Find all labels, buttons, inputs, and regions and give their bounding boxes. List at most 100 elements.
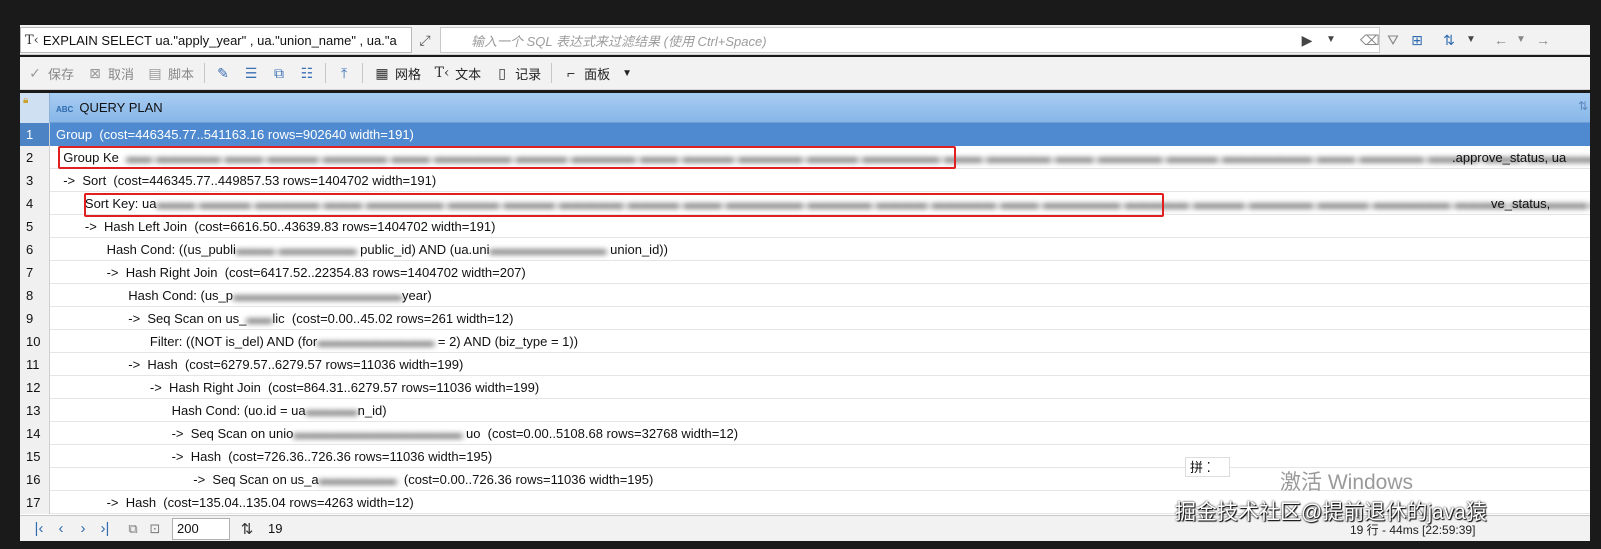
- row-number[interactable]: 11: [20, 353, 50, 376]
- table-row[interactable]: 10 Filter: ((NOT is_del) AND (for▬▬▬▬▬▬▬…: [20, 330, 1590, 353]
- row-number[interactable]: 13: [20, 399, 50, 422]
- row-number[interactable]: 5: [20, 215, 50, 238]
- table-row[interactable]: 5 -> Hash Left Join (cost=6616.50..43639…: [20, 215, 1590, 238]
- table-row[interactable]: 14 -> Seq Scan on unio▬▬▬▬▬▬▬▬▬▬▬▬▬ uo (…: [20, 422, 1590, 445]
- row-number[interactable]: 9: [20, 307, 50, 330]
- last-page-icon[interactable]: ›|: [94, 518, 116, 540]
- query-plan-cell[interactable]: -> Seq Scan on us_a▬▬▬▬▬▬ (cost=0.00..72…: [56, 468, 653, 491]
- panel-label: 面板: [584, 66, 611, 82]
- row-number[interactable]: 4: [20, 192, 50, 215]
- grid-corner-cell[interactable]: 🔒︎: [20, 93, 50, 123]
- table-row[interactable]: 6 Hash Cond: ((us_publi▬▬▬ ▬▬▬▬▬▬ public…: [20, 238, 1590, 261]
- panels-button[interactable]: ⌐ 面板 ▼: [556, 60, 638, 86]
- redacted-text: ▬▬▬▬▬▬▬▬▬▬▬▬▬: [293, 426, 463, 441]
- expand-icon[interactable]: ⤢: [416, 31, 434, 49]
- row-number[interactable]: 6: [20, 238, 50, 261]
- eraser-icon[interactable]: ⌫: [1360, 31, 1380, 49]
- grid-view-button[interactable]: ▦ 网格: [367, 60, 427, 86]
- query-plan-cell[interactable]: -> Sort (cost=446345.77..449857.53 rows=…: [56, 169, 436, 192]
- query-plan-cell[interactable]: Group (cost=446345.77..541163.16 rows=90…: [50, 123, 1590, 146]
- table-row[interactable]: 4 Sort Key: ua▬▬▬ ▬▬▬▬ ▬▬▬▬▬ ▬▬▬ ▬▬▬▬▬▬ …: [20, 192, 1590, 215]
- redacted-text: ▬▬: [246, 311, 273, 326]
- lock-icon: 🔒︎: [23, 95, 29, 106]
- query-plan-cell[interactable]: Filter: ((NOT is_del) AND (for▬▬▬▬▬▬▬▬▬ …: [56, 330, 578, 353]
- previous-page-icon[interactable]: ‹: [50, 518, 72, 540]
- toolbar-divider: [204, 63, 206, 83]
- text-cursor-icon: T‹: [25, 32, 39, 48]
- query-plan-cell[interactable]: Hash Cond: (uo.id = ua▬▬▬▬n_id): [56, 399, 387, 422]
- table-row[interactable]: 3 -> Sort (cost=446345.77..449857.53 row…: [20, 169, 1590, 192]
- grid-rows: 1 Group (cost=446345.77..541163.16 rows=…: [20, 123, 1590, 514]
- dropdown-arrow-icon[interactable]: ▼: [1322, 31, 1340, 49]
- table-row[interactable]: 13 Hash Cond: (uo.id = ua▬▬▬▬n_id): [20, 399, 1590, 422]
- table-row[interactable]: 7 -> Hash Right Join (cost=6417.52..2235…: [20, 261, 1590, 284]
- table-row[interactable]: 12 -> Hash Right Join (cost=864.31..6279…: [20, 376, 1590, 399]
- row-number[interactable]: 16: [20, 468, 50, 491]
- next-page-icon[interactable]: ›: [72, 518, 94, 540]
- table-row[interactable]: 15 -> Hash (cost=726.36..726.36 rows=110…: [20, 445, 1590, 468]
- query-plan-cell[interactable]: -> Hash (cost=135.04..135.04 rows=4263 w…: [56, 491, 414, 514]
- first-page-icon[interactable]: |‹: [28, 518, 50, 540]
- back-icon[interactable]: ←: [1492, 31, 1510, 49]
- row-number[interactable]: 2: [20, 146, 50, 169]
- column-header-label: QUERY PLAN: [79, 100, 163, 115]
- filter-input[interactable]: 输入一个 SQL 表达式来过滤结果 (使用 Ctrl+Space): [440, 27, 1380, 53]
- query-plan-cell[interactable]: -> Seq Scan on us_▬▬lic (cost=0.00..45.0…: [56, 307, 513, 330]
- sql-query-field[interactable]: T‹ EXPLAIN SELECT ua."apply_year" , ua."…: [20, 27, 412, 53]
- refresh-dropdown-icon[interactable]: ▼: [1464, 31, 1478, 49]
- row-number[interactable]: 8: [20, 284, 50, 307]
- query-plan-cell[interactable]: -> Seq Scan on unio▬▬▬▬▬▬▬▬▬▬▬▬▬ uo (cos…: [56, 422, 739, 445]
- ime-indicator: 拼 ⁚: [1185, 457, 1230, 477]
- query-plan-cell[interactable]: Hash Cond: (us_p▬▬▬▬▬▬▬▬▬▬▬▬▬year): [56, 284, 432, 307]
- query-plan-cell[interactable]: -> Hash Right Join (cost=864.31..6279.57…: [56, 376, 539, 399]
- record-view-button[interactable]: ▯ 记录: [487, 60, 547, 86]
- fetch-size-input[interactable]: 200: [172, 517, 230, 540]
- back-dropdown-icon[interactable]: ▼: [1514, 31, 1528, 49]
- play-icon[interactable]: ▶: [1298, 31, 1316, 49]
- save-label: 保存: [48, 66, 75, 82]
- cell-text: -> Seq Scan on us_a: [56, 472, 319, 487]
- filter-settings-icon[interactable]: ⊞: [1408, 31, 1426, 49]
- forward-icon[interactable]: →: [1534, 31, 1552, 49]
- edit-row-icon[interactable]: ✎: [209, 60, 237, 86]
- row-number[interactable]: 10: [20, 330, 50, 353]
- copy-row-icon[interactable]: ⧉: [265, 60, 293, 86]
- query-plan-cell[interactable]: -> Hash Left Join (cost=6616.50..43639.8…: [56, 215, 496, 238]
- fetch-next-icon[interactable]: ⧉: [122, 518, 144, 540]
- query-plan-cell[interactable]: Group Ke ▬▬ ▬▬▬▬▬ ▬▬▬ ▬▬▬▬ ▬▬▬▬▬ ▬▬▬ ▬▬▬…: [56, 146, 1590, 169]
- query-plan-cell[interactable]: -> Hash (cost=6279.57..6279.57 rows=1103…: [56, 353, 463, 376]
- table-row[interactable]: 9 -> Seq Scan on us_▬▬lic (cost=0.00..45…: [20, 307, 1590, 330]
- fetch-all-icon[interactable]: ⊡: [144, 518, 166, 540]
- cell-text-end: year): [402, 288, 432, 303]
- delete-row-icon[interactable]: ☷: [293, 60, 321, 86]
- query-plan-cell[interactable]: Hash Cond: ((us_publi▬▬▬ ▬▬▬▬▬▬ public_i…: [56, 238, 668, 261]
- table-row[interactable]: 8 Hash Cond: (us_p▬▬▬▬▬▬▬▬▬▬▬▬▬year): [20, 284, 1590, 307]
- refresh-icon[interactable]: ⇅: [1440, 31, 1458, 49]
- cell-text-mid: public_id) AND (ua.uni: [360, 242, 490, 257]
- save-button[interactable]: ✓ 保存: [20, 60, 80, 86]
- row-number[interactable]: 1: [20, 123, 50, 146]
- sort-icon[interactable]: ⇅: [1578, 99, 1588, 113]
- row-number[interactable]: 3: [20, 169, 50, 192]
- export-icon[interactable]: ⤒: [330, 60, 358, 86]
- row-number[interactable]: 7: [20, 261, 50, 284]
- cell-text: -> Seq Scan on unio: [56, 426, 294, 441]
- row-number[interactable]: 15: [20, 445, 50, 468]
- add-row-icon[interactable]: ☰: [237, 60, 265, 86]
- table-row[interactable]: 11 -> Hash (cost=6279.57..6279.57 rows=1…: [20, 353, 1590, 376]
- text-view-button[interactable]: T‹ 文本: [427, 60, 487, 86]
- query-bar: T‹ EXPLAIN SELECT ua."apply_year" , ua."…: [20, 25, 1590, 55]
- table-row[interactable]: 1 Group (cost=446345.77..541163.16 rows=…: [20, 123, 1590, 146]
- query-plan-cell[interactable]: -> Hash Right Join (cost=6417.52..22354.…: [56, 261, 526, 284]
- refresh-count-icon[interactable]: ⇅: [236, 518, 258, 540]
- column-header-query-plan[interactable]: ABC QUERY PLAN: [56, 93, 163, 123]
- script-button[interactable]: ▤ 脚本: [140, 60, 200, 86]
- query-plan-cell[interactable]: Sort Key: ua▬▬▬ ▬▬▬▬ ▬▬▬▬▬ ▬▬▬ ▬▬▬▬▬▬ ▬▬…: [56, 192, 1590, 215]
- row-number[interactable]: 12: [20, 376, 50, 399]
- row-number[interactable]: 14: [20, 422, 50, 445]
- filter-icon[interactable]: ⛛: [1384, 31, 1402, 49]
- table-row[interactable]: 2 Group Ke ▬▬ ▬▬▬▬▬ ▬▬▬ ▬▬▬▬ ▬▬▬▬▬ ▬▬▬ ▬…: [20, 146, 1590, 169]
- query-plan-cell[interactable]: -> Hash (cost=726.36..726.36 rows=11036 …: [56, 445, 493, 468]
- row-number[interactable]: 17: [20, 491, 50, 514]
- cancel-button[interactable]: ⊠ 取消: [80, 60, 140, 86]
